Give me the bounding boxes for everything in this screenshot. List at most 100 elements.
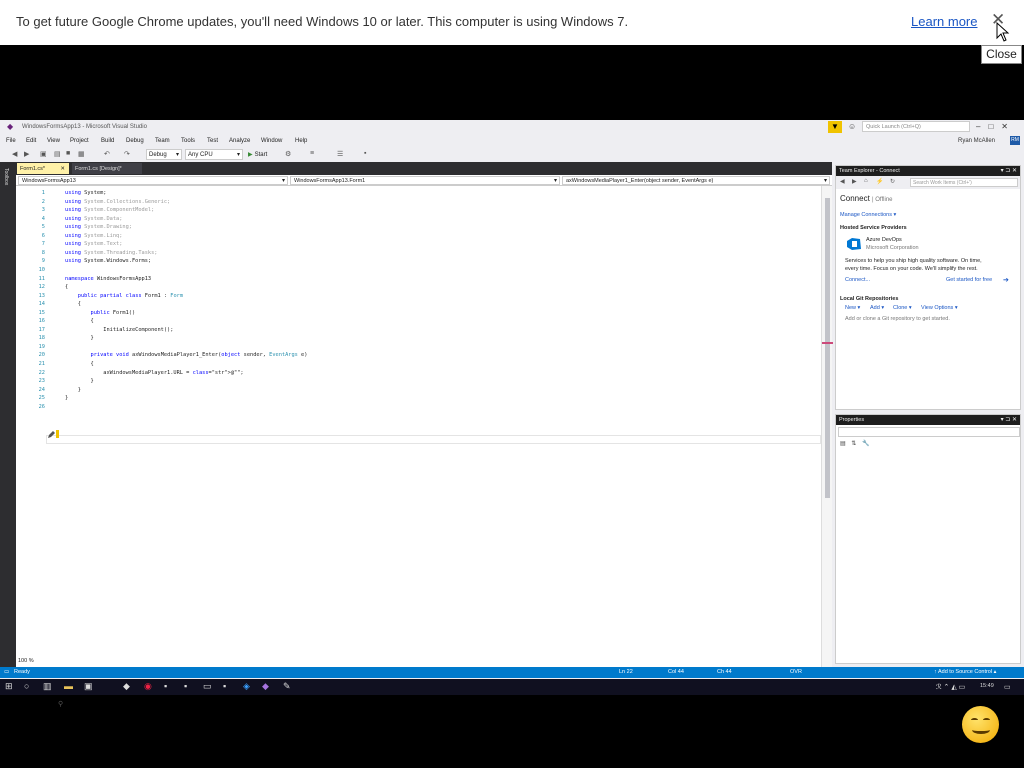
add-to-source-control[interactable]: ↑ Add to Source Control ▴ [934,669,996,675]
menu-view[interactable]: View [47,138,60,144]
toolbar-format-icon[interactable]: ≡ [310,150,314,157]
code-line[interactable]: } [65,387,81,393]
panel-controls[interactable]: ▾ ⊐ ✕ [1001,167,1017,174]
menu-debug[interactable]: Debug [126,138,144,144]
code-line[interactable]: using System.Collections.Generic; [65,199,170,205]
te-connect-icon[interactable]: ⚡ [876,178,883,185]
code-line[interactable]: using System.Threading.Tasks; [65,250,158,256]
code-line[interactable]: using System.Windows.Forms; [65,258,151,264]
te-forward-icon[interactable]: ▶ [852,178,857,185]
code-line[interactable]: public Form1() [65,310,136,316]
visual-studio-taskbar-icon[interactable]: ◆ [262,681,269,692]
app-icon-9[interactable]: ◈ [243,681,250,692]
code-line[interactable]: { [65,318,94,324]
code-line[interactable]: { [65,361,94,367]
code-line[interactable]: private void axWindowsMediaPlayer1_Enter… [65,352,308,358]
te-back-icon[interactable]: ◀ [840,178,845,185]
save-icon[interactable]: ■ [66,150,70,157]
property-pages-icon[interactable]: 🔧 [862,441,869,447]
connect-link[interactable]: Connect... [845,277,870,283]
member-dropdown[interactable]: axWindowsMediaPlayer1_Enter(object sende… [562,176,830,185]
menu-project[interactable]: Project [70,138,89,144]
quick-launch-input[interactable]: Quick Launch (Ctrl+Q) [862,121,970,132]
menu-build[interactable]: Build [101,138,114,144]
back-icon[interactable]: ◀ [12,150,17,158]
code-line[interactable]: } [65,335,94,341]
get-started-link[interactable]: Get started for free [946,277,992,283]
menu-team[interactable]: Team [155,138,170,144]
task-view-icon[interactable]: ▥ [43,681,52,692]
code-line[interactable]: using System.Data; [65,216,122,222]
view-options-button[interactable]: View Options ▾ [921,305,958,311]
app-icon-11[interactable]: ✎ [283,681,291,692]
code-line[interactable]: { [65,301,81,307]
menu-file[interactable]: File [6,138,16,144]
clone-repo-button[interactable]: Clone ▾ [893,305,912,311]
code-line[interactable]: using System.Linq; [65,233,122,239]
code-line[interactable]: axWindowsMediaPlayer1.URL = class="str">… [65,370,243,376]
te-refresh-icon[interactable]: ↻ [890,178,895,185]
avatar[interactable]: RM [1010,136,1020,145]
notifications-icon[interactable]: ▭ [1004,683,1011,691]
code-line[interactable]: { [65,284,68,290]
code-line[interactable]: using System.ComponentModel; [65,207,154,213]
platform-select[interactable]: Any CPU [185,149,243,160]
windows-start-icon[interactable]: ⊞ [5,681,13,692]
code-line[interactable]: namespace WindowsFormsApp13 [65,276,151,282]
code-line[interactable]: } [65,378,94,384]
code-line[interactable]: using System.Drawing; [65,224,132,230]
taskbar-clock[interactable]: 15:49 [980,683,994,689]
menu-edit[interactable]: Edit [26,138,36,144]
save-all-icon[interactable]: ▦ [78,150,85,158]
tab-close-icon[interactable]: ✕ [60,166,65,172]
open-icon[interactable]: ▤ [54,150,61,158]
start-debugging-button[interactable]: Start [248,151,268,158]
tray-icons[interactable]: ℛ ⌃ ◭ ▭ [936,683,965,691]
code-line[interactable]: InitializeComponent(); [65,327,173,333]
menu-test[interactable]: Test [207,138,218,144]
learn-more-link[interactable]: Learn more [911,14,977,29]
azure-devops-title[interactable]: Azure DevOps [866,237,902,243]
code-line[interactable]: using System; [65,190,106,196]
app-icon-5[interactable]: ▪ [164,681,167,691]
undo-icon[interactable]: ↶ [104,150,110,158]
object-selector[interactable] [838,427,1020,437]
menu-help[interactable]: Help [295,138,307,144]
cortana-icon[interactable]: ○ [24,681,29,691]
local-git-heading[interactable]: Local Git Repositories [840,296,898,302]
new-project-icon[interactable]: ▣ [40,150,47,158]
new-repo-button[interactable]: New ▾ [845,305,860,311]
scrollbar-thumb[interactable] [825,198,830,498]
chrome-icon[interactable]: ◉ [144,681,152,692]
hosted-providers-heading[interactable]: Hosted Service Providers [840,225,907,231]
class-dropdown[interactable]: WindowsFormsApp13.Form1 [290,176,560,185]
notification-filter-icon[interactable]: ▼ [828,121,842,133]
code-editor[interactable]: 1 2 3 4 5 6 7 8 9 10 11 12 13 14 15 16 17 18 19 20 21 22 23 24 2… [16,186,821,708]
arrow-circle-icon[interactable]: ➔ [1003,276,1009,284]
app-icon-7[interactable]: ▭ [203,681,212,692]
search-work-items-input[interactable]: Search Work Items (Ctrl+') [910,178,1018,187]
quick-actions-icon[interactable]: ⚲ [58,700,63,708]
feedback-icon[interactable]: ☺ [848,122,856,131]
store-icon[interactable]: ▣ [84,681,93,692]
panel-controls[interactable]: ▾ ⊐ ✕ [1001,416,1017,423]
app-icon-8[interactable]: ▪ [223,681,226,691]
tab-form1-cs[interactable]: Form1.cs* ✕ [17,163,69,174]
signed-in-user[interactable]: Ryan McAllen [958,138,995,144]
add-repo-button[interactable]: Add ▾ [870,305,884,311]
window-controls[interactable]: –□✕ [976,122,1016,131]
project-dropdown[interactable]: WindowsFormsApp13 [18,176,288,185]
app-icon-3[interactable]: ◆ [123,681,130,692]
menu-window[interactable]: Window [261,138,282,144]
file-explorer-icon[interactable]: ▬ [64,681,73,691]
zoom-level[interactable]: 100 % [16,656,76,666]
menu-tools[interactable]: Tools [181,138,195,144]
toolbox-strip[interactable]: Toolbox [0,162,16,668]
configuration-select[interactable]: Debug [146,149,182,160]
editor-vertical-scrollbar[interactable] [821,186,833,668]
code-line[interactable]: public partial class Form1 : Form [65,293,183,299]
categorized-icon[interactable]: ▤ [840,441,846,447]
tab-form1-design[interactable]: Form1.cs [Design]* [72,163,142,174]
forward-icon[interactable]: ▶ [24,150,29,158]
toolbar-comment-icon[interactable]: ☰ [337,150,343,158]
